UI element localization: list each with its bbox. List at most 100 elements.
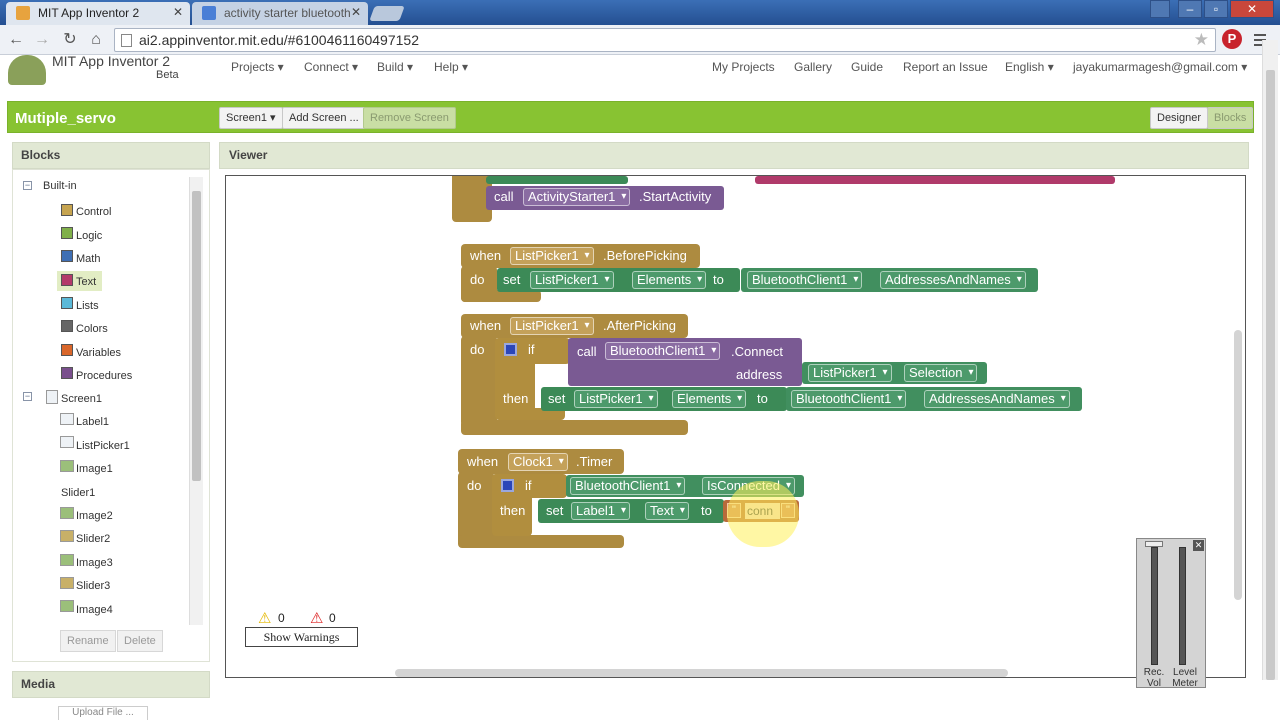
tree-control[interactable]: Control — [76, 206, 111, 218]
component-dropdown[interactable]: Clock1 — [508, 453, 568, 471]
rename-button[interactable]: Rename — [60, 630, 116, 652]
component-dropdown[interactable]: ActivityStarter1 — [523, 188, 631, 206]
app-inventor-logo-icon[interactable] — [8, 55, 46, 85]
selection-getter-block[interactable]: ListPicker1 Selection — [802, 362, 987, 384]
image-icon — [60, 507, 74, 519]
delete-button[interactable]: Delete — [117, 630, 163, 652]
rec-vol-slider-knob[interactable] — [1145, 541, 1163, 547]
scrollbar-thumb[interactable] — [192, 191, 201, 481]
close-icon[interactable]: ✕ — [351, 5, 361, 19]
page-scrollbar-thumb[interactable] — [1266, 70, 1275, 680]
property-dropdown[interactable]: Elements — [632, 271, 707, 289]
component-dropdown[interactable]: ListPicker1 — [530, 271, 614, 289]
when-keyword: when — [470, 248, 502, 263]
tree-label1[interactable]: Label1 — [76, 416, 109, 428]
add-screen-button[interactable]: Add Screen ... — [282, 107, 366, 129]
bookmark-star-icon[interactable]: ★ — [1194, 29, 1209, 51]
image-icon — [60, 554, 74, 566]
language-menu[interactable]: English ▾ — [1005, 60, 1054, 74]
call-connect-block[interactable]: call BluetoothClient1 .Connect address — [568, 338, 802, 386]
set-elements-block[interactable]: set ListPicker1 Elements to — [541, 387, 787, 411]
addresses-getter-block[interactable]: BluetoothClient1 AddressesAndNames — [741, 268, 1038, 292]
designer-button[interactable]: Designer — [1150, 107, 1209, 129]
pinterest-icon[interactable]: P — [1222, 29, 1242, 49]
reload-icon[interactable]: ↻ — [60, 30, 80, 50]
blocks-button[interactable]: Blocks — [1207, 107, 1254, 129]
tree-text[interactable]: Text — [76, 276, 96, 288]
workspace-vertical-scrollbar[interactable] — [1234, 330, 1242, 600]
component-dropdown[interactable]: BluetoothClient1 — [570, 477, 686, 495]
tree-variables[interactable]: Variables — [76, 347, 121, 359]
tree-screen1[interactable]: Screen1 — [61, 393, 102, 405]
back-icon[interactable]: ← — [6, 30, 26, 50]
close-icon[interactable]: ✕ — [173, 5, 183, 19]
link-my-projects[interactable]: My Projects — [712, 60, 775, 74]
tree-image2[interactable]: Image2 — [76, 510, 113, 522]
link-guide[interactable]: Guide — [851, 60, 883, 74]
tree-image4[interactable]: Image4 — [76, 604, 113, 616]
menu-build[interactable]: Build ▾ — [377, 60, 413, 74]
component-dropdown[interactable]: Label1 — [571, 502, 631, 520]
maximize-button[interactable]: ▫ — [1204, 0, 1228, 18]
mutator-icon[interactable] — [504, 343, 517, 356]
addresses-getter-block[interactable]: BluetoothClient1 AddressesAndNames — [786, 387, 1082, 411]
set-text-block[interactable]: set Label1 Text to — [538, 499, 724, 523]
component-dropdown[interactable]: BluetoothClient1 — [605, 342, 721, 360]
component-dropdown[interactable]: BluetoothClient1 — [747, 271, 863, 289]
collapse-screen-icon[interactable]: − — [23, 392, 32, 401]
menu-connect[interactable]: Connect ▾ — [304, 60, 358, 74]
tab-app-inventor[interactable]: MIT App Inventor 2 ✕ — [6, 2, 190, 25]
show-warnings-button[interactable]: Show Warnings — [245, 627, 358, 647]
workspace-horizontal-scrollbar[interactable] — [395, 669, 1008, 677]
errors-count: 0 — [329, 611, 336, 625]
menu-help[interactable]: Help ▾ — [434, 60, 468, 74]
close-window-button[interactable]: ✕ — [1230, 0, 1274, 18]
property-dropdown[interactable]: Text — [645, 502, 689, 520]
component-dropdown[interactable]: ListPicker1 — [574, 390, 658, 408]
minimize-button[interactable]: – — [1178, 0, 1202, 18]
warning-icon: ⚠ — [258, 610, 272, 627]
collapse-builtin-icon[interactable]: − — [23, 181, 32, 190]
tree-slider3[interactable]: Slider3 — [76, 580, 110, 592]
property-dropdown[interactable]: Elements — [672, 390, 747, 408]
mutator-icon[interactable] — [501, 479, 514, 492]
set-elements-block[interactable]: set ListPicker1 Elements to — [497, 268, 740, 292]
property-dropdown[interactable]: AddressesAndNames — [924, 390, 1070, 408]
menu-projects[interactable]: Projects ▾ — [231, 60, 284, 74]
address-bar[interactable]: ai2.appinventor.mit.edu/#610046116049715… — [114, 28, 1216, 52]
tree-logic[interactable]: Logic — [76, 230, 102, 242]
component-dropdown[interactable]: ListPicker1 — [808, 364, 892, 382]
link-gallery[interactable]: Gallery — [794, 60, 832, 74]
component-dropdown[interactable]: BluetoothClient1 — [791, 390, 907, 408]
remove-screen-button[interactable]: Remove Screen — [363, 107, 456, 129]
screen-select[interactable]: Screen1 ▾ — [219, 107, 283, 129]
tree-image3[interactable]: Image3 — [76, 557, 113, 569]
blocks-tree-scrollbar[interactable] — [189, 177, 203, 625]
component-dropdown[interactable]: ListPicker1 — [510, 247, 594, 265]
component-dropdown[interactable]: ListPicker1 — [510, 317, 594, 335]
tree-image1[interactable]: Image1 — [76, 463, 113, 475]
call-startactivity-block[interactable]: call ActivityStarter1 .StartActivity — [486, 186, 724, 210]
new-tab-button[interactable] — [369, 6, 405, 21]
tree-builtin[interactable]: Built-in — [43, 180, 77, 192]
tree-slider1[interactable]: Slider1 — [61, 487, 95, 499]
forward-icon[interactable]: → — [32, 30, 52, 50]
tree-slider2[interactable]: Slider2 — [76, 533, 110, 545]
property-dropdown[interactable]: Selection — [904, 364, 978, 382]
tree-math[interactable]: Math — [76, 253, 100, 265]
tree-procedures[interactable]: Procedures — [76, 370, 132, 382]
user-icon[interactable] — [1150, 0, 1170, 18]
property-dropdown[interactable]: AddressesAndNames — [880, 271, 1026, 289]
link-report-issue[interactable]: Report an Issue — [903, 60, 988, 74]
account-menu[interactable]: jayakumarmagesh@gmail.com ▾ — [1073, 60, 1247, 74]
tree-lists[interactable]: Lists — [76, 300, 99, 312]
tree-colors[interactable]: Colors — [76, 323, 108, 335]
blocks-workspace[interactable] — [225, 175, 1246, 678]
upload-file-button[interactable]: Upload File ... — [58, 706, 148, 720]
tab-search-result[interactable]: activity starter bluetooth ✕ — [192, 2, 368, 25]
page-scrollbar[interactable] — [1262, 40, 1278, 680]
close-icon[interactable]: ✕ — [1193, 540, 1204, 551]
home-icon[interactable]: ⌂ — [86, 30, 106, 50]
tree-listpicker1[interactable]: ListPicker1 — [76, 440, 130, 452]
rec-vol-slider-track[interactable] — [1151, 547, 1158, 665]
